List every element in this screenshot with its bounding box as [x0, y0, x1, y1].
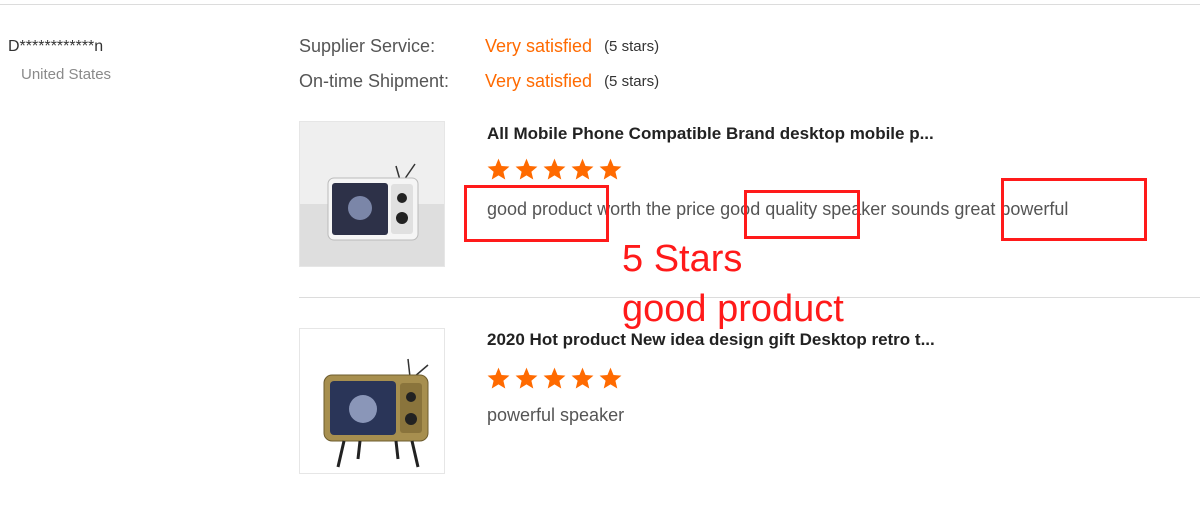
rating-value: Very satisfied [485, 70, 593, 91]
review-text: powerful speaker [487, 405, 625, 425]
rating-stars-text: (5 stars) [604, 72, 660, 90]
star-icon [543, 367, 566, 389]
star-icon [515, 367, 538, 389]
top-divider [0, 4, 1200, 5]
annotation-good-product: good product [622, 288, 844, 330]
rating-stars-text: (5 stars) [604, 37, 660, 55]
product-thumbnail[interactable] [299, 121, 445, 267]
review-segment: worth the price [592, 199, 721, 219]
buyer-country: United States [21, 66, 112, 83]
highlight-box-good-quality [744, 190, 860, 239]
highlight-box-good-product [464, 185, 609, 242]
star-icon [543, 158, 566, 180]
star-icon [487, 367, 510, 389]
retro-tv-speaker-image [300, 329, 444, 473]
rating-label: On-time Shipment: [299, 70, 450, 91]
product-thumbnail[interactable] [299, 328, 445, 474]
star-icon [571, 367, 594, 389]
product-title[interactable]: 2020 Hot product New idea design gift De… [487, 330, 935, 350]
star-icon [487, 158, 510, 180]
star-icon [599, 158, 622, 180]
review-rating-stars [486, 366, 623, 391]
buyer-name: D************n [8, 38, 104, 55]
rating-supplier-service: Supplier Service: Very satisfied (5 star… [299, 34, 659, 58]
annotation-five-stars: 5 Stars [622, 238, 743, 280]
star-icon [515, 158, 538, 180]
phone-speaker-image [300, 122, 444, 266]
highlight-box-great-powerful [1001, 178, 1147, 241]
star-icon [599, 367, 622, 389]
review-rating-stars [486, 157, 623, 182]
product-title[interactable]: All Mobile Phone Compatible Brand deskto… [487, 124, 934, 144]
rating-on-time-shipment: On-time Shipment: Very satisfied (5 star… [299, 69, 659, 93]
rating-label: Supplier Service: [299, 35, 436, 56]
rating-value: Very satisfied [485, 35, 593, 56]
star-icon [571, 158, 594, 180]
